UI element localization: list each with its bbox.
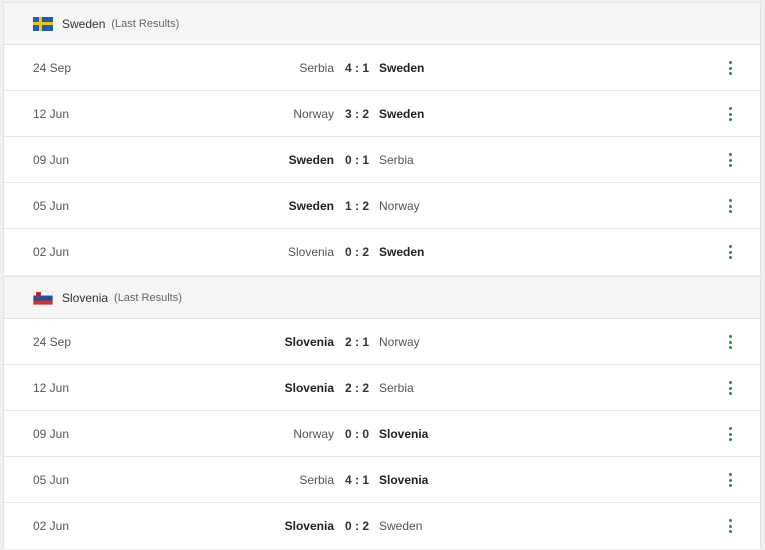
away-team: Slovenia (379, 427, 429, 441)
match-date: 02 Jun (33, 519, 70, 533)
more-vertical-icon[interactable] (721, 424, 739, 444)
match-score: 3 : 2 (345, 107, 370, 121)
match-row[interactable]: 02 Jun Slovenia 0 : 2 Sweden (4, 229, 760, 275)
match-score: 2 : 2 (345, 381, 370, 395)
match-row[interactable]: 05 Jun Serbia 4 : 1 Slovenia (4, 457, 760, 503)
home-team: Serbia (299, 61, 334, 75)
home-team: Norway (293, 107, 334, 121)
section-subtitle: (Last Results) (111, 17, 180, 30)
slovenia-flag-icon (33, 290, 53, 305)
away-team: Sweden (379, 519, 423, 533)
more-vertical-icon[interactable] (721, 242, 739, 262)
match-row[interactable]: 09 Jun Sweden 0 : 1 Serbia (4, 137, 760, 183)
match-date: 24 Sep (33, 61, 72, 75)
match-row[interactable]: 24 Sep Slovenia 2 : 1 Norway (4, 319, 760, 365)
match-date: 05 Jun (33, 199, 70, 213)
match-row[interactable]: 12 Jun Norway 3 : 2 Sweden (4, 91, 760, 137)
away-team: Serbia (379, 381, 414, 395)
match-date: 09 Jun (33, 153, 70, 167)
team-results-section-sweden: Sweden (Last Results) 24 Sep Serbia 4 : … (3, 2, 761, 275)
match-score: 2 : 1 (345, 335, 370, 349)
more-vertical-icon[interactable] (721, 104, 739, 124)
away-team: Sweden (379, 245, 425, 259)
match-row[interactable]: 02 Jun Slovenia 0 : 2 Sweden (4, 503, 760, 549)
match-date: 05 Jun (33, 473, 70, 487)
team-results-section-slovenia: Slovenia (Last Results) 24 Sep Slovenia … (3, 276, 761, 549)
match-date: 12 Jun (33, 381, 70, 395)
away-team: Slovenia (379, 473, 429, 487)
match-date: 09 Jun (33, 427, 70, 441)
more-vertical-icon[interactable] (721, 470, 739, 490)
home-team: Slovenia (287, 245, 334, 259)
match-date: 24 Sep (33, 335, 72, 349)
more-vertical-icon[interactable] (721, 58, 739, 78)
away-team: Norway (379, 335, 420, 349)
more-vertical-icon[interactable] (721, 332, 739, 352)
team-name: Slovenia (62, 290, 109, 305)
sweden-flag-icon (33, 16, 53, 31)
home-team: Sweden (288, 153, 334, 167)
more-vertical-icon[interactable] (721, 378, 739, 398)
home-team: Serbia (299, 473, 334, 487)
match-row[interactable]: 24 Sep Serbia 4 : 1 Sweden (4, 45, 760, 91)
match-score: 0 : 2 (345, 519, 370, 533)
away-team: Norway (379, 199, 420, 213)
section-subtitle: (Last Results) (114, 291, 182, 304)
home-team: Slovenia (284, 335, 334, 349)
match-score: 4 : 1 (345, 473, 370, 487)
section-header: Sweden (Last Results) (4, 3, 760, 45)
match-row[interactable]: 05 Jun Sweden 1 : 2 Norway (4, 183, 760, 229)
home-team: Norway (293, 427, 334, 441)
match-score: 1 : 2 (345, 199, 370, 213)
more-vertical-icon[interactable] (721, 196, 739, 216)
more-vertical-icon[interactable] (721, 516, 739, 536)
results-page: Sweden (Last Results) 24 Sep Serbia 4 : … (0, 0, 765, 550)
more-vertical-icon[interactable] (721, 150, 739, 170)
home-team: Slovenia (284, 381, 334, 395)
away-team: Serbia (379, 153, 414, 167)
match-score: 4 : 1 (345, 61, 370, 75)
match-score: 0 : 2 (345, 245, 370, 259)
match-date: 12 Jun (33, 107, 70, 121)
match-score: 0 : 0 (345, 427, 370, 441)
home-team: Sweden (288, 199, 334, 213)
home-team: Slovenia (284, 519, 334, 533)
match-row[interactable]: 12 Jun Slovenia 2 : 2 Serbia (4, 365, 760, 411)
away-team: Sweden (379, 107, 425, 121)
match-date: 02 Jun (33, 245, 70, 259)
match-score: 0 : 1 (345, 153, 370, 167)
team-name: Sweden (62, 16, 106, 31)
section-header: Slovenia (Last Results) (4, 277, 760, 319)
away-team: Sweden (379, 61, 425, 75)
match-row[interactable]: 09 Jun Norway 0 : 0 Slovenia (4, 411, 760, 457)
